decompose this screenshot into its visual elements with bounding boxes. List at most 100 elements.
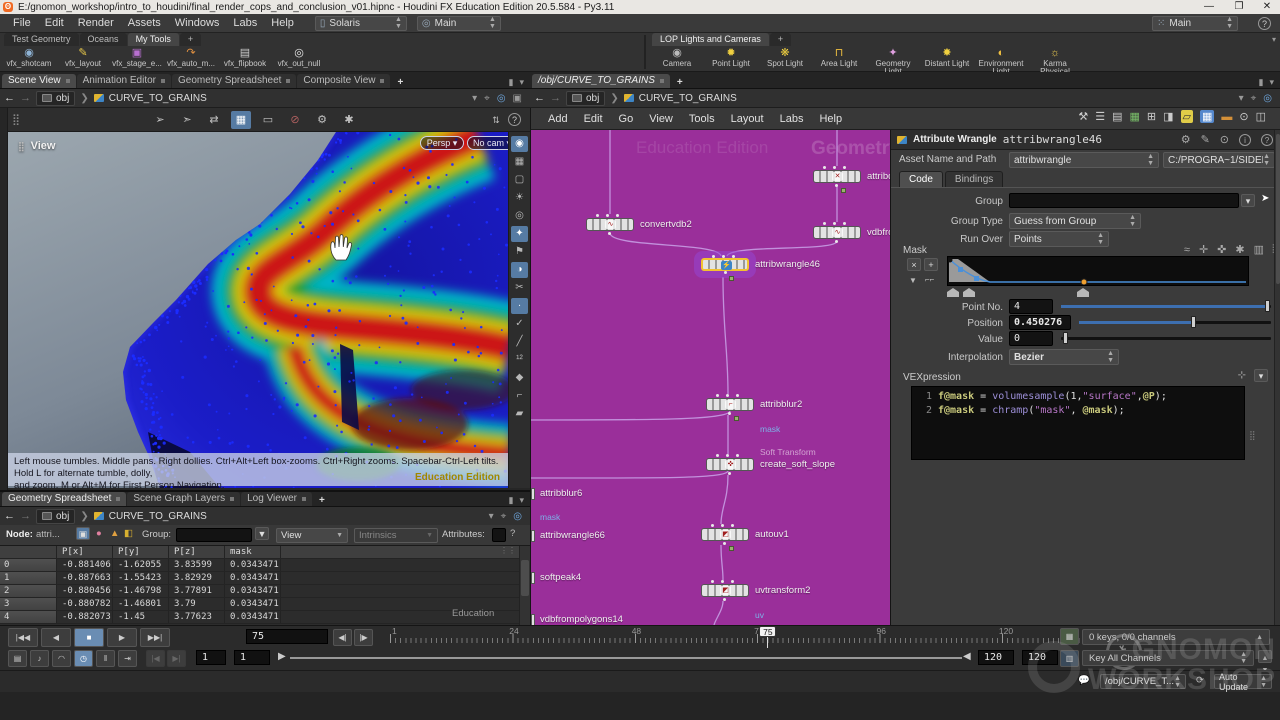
shelf-tab-my-tools[interactable]: My Tools: [128, 33, 179, 46]
forward-icon[interactable]: →: [550, 92, 561, 104]
close-button[interactable]: ✕: [1254, 0, 1280, 14]
vex-grip-icon[interactable]: ⣿: [1249, 430, 1256, 441]
network-menu-labs[interactable]: Labs: [773, 110, 811, 129]
ramp-curve-icon[interactable]: ≈: [1184, 244, 1190, 256]
ramp-remove-point-button[interactable]: ×: [907, 258, 921, 271]
network-tab[interactable]: /obj/CURVE_TO_GRAINS: [532, 74, 670, 88]
marker-icon[interactable]: ◆: [511, 370, 528, 386]
shelf-tool-vfx-flipbook[interactable]: ▤vfx_flipbook: [220, 47, 270, 72]
move-all-icon[interactable]: ✜: [1217, 243, 1226, 256]
shelf-tool-environment-light[interactable]: ◐Environment Light: [976, 47, 1026, 72]
param-tab-bindings[interactable]: Bindings: [945, 171, 1003, 187]
group-funnel-icon[interactable]: ▼: [255, 527, 269, 540]
viewport-grip-icon[interactable]: ⣿: [18, 141, 25, 152]
frame-view-icon[interactable]: ▦: [511, 154, 528, 170]
add-pane-tab-button[interactable]: +: [313, 495, 331, 506]
camera-button[interactable]: No cam ▾: [467, 136, 508, 150]
back-icon[interactable]: ←: [4, 92, 15, 104]
pane-tab-scene-view[interactable]: Scene View: [2, 74, 76, 88]
column-header-mask[interactable]: mask: [226, 546, 281, 558]
range-end-field[interactable]: 120: [978, 650, 1014, 665]
ramp-marker[interactable]: [947, 288, 959, 297]
follow-playbar-icon[interactable]: ▤: [8, 650, 27, 667]
group-pick-arrow-icon[interactable]: ➤: [1261, 193, 1269, 204]
node-value[interactable]: attri...: [36, 529, 60, 540]
shelf-tool-camera[interactable]: ◉Camera: [652, 47, 702, 72]
close-tab-icon[interactable]: [302, 497, 306, 501]
jump-end-button[interactable]: ▶▶|: [140, 628, 170, 647]
network-node-vdbfrompolygons14[interactable]: [531, 614, 535, 625]
point-number-icon[interactable]: ¹²: [511, 352, 528, 368]
vertices-mode-icon[interactable]: ●: [96, 528, 102, 539]
list-icon[interactable]: ▤: [1112, 110, 1122, 123]
attributes-filter-input[interactable]: [492, 528, 506, 542]
pane-tab-log-viewer[interactable]: Log Viewer: [241, 492, 312, 506]
jump-start-button[interactable]: |◀◀: [8, 628, 38, 647]
add-shelf-tab-button[interactable]: +: [770, 33, 791, 46]
close-tab-icon[interactable]: [66, 79, 70, 83]
prims-mode-icon[interactable]: ▲: [110, 528, 119, 539]
pane-menu-icon[interactable]: ▾: [519, 77, 524, 88]
help-icon[interactable]: ?: [1261, 134, 1273, 146]
node-flag-badge[interactable]: [729, 276, 734, 281]
projection-button[interactable]: Persp ▾: [420, 136, 464, 150]
add-pane-tab-button[interactable]: +: [671, 77, 689, 88]
highlight-icon[interactable]: ✦: [511, 226, 528, 242]
breadcrumb-node[interactable]: CURVE_TO_GRAINS: [109, 511, 207, 522]
message-bubble-icon[interactable]: 💬: [1078, 675, 1090, 686]
menu-assets[interactable]: Assets: [121, 14, 168, 33]
display-options-icon[interactable]: ✱: [339, 111, 359, 129]
range-start2-field[interactable]: 1: [234, 650, 270, 665]
column-header-Px[interactable]: P[x]: [58, 546, 113, 558]
palette-icon[interactable]: ▦: [1129, 110, 1139, 123]
breadcrumb-node[interactable]: CURVE_TO_GRAINS: [109, 93, 207, 104]
group-filter-input[interactable]: [176, 528, 252, 542]
ramp-marker[interactable]: [963, 288, 975, 297]
network-node-attribdelete6[interactable]: ✕: [813, 170, 861, 183]
brush-icon[interactable]: ✎: [1201, 133, 1210, 146]
scoped-channels-icon[interactable]: ▥: [1060, 650, 1079, 667]
close-tab-icon[interactable]: [380, 79, 384, 83]
ramp-add-point-button[interactable]: +: [924, 258, 938, 271]
shelf-tab-oceans[interactable]: Oceans: [80, 33, 127, 46]
snapping-disabled-icon[interactable]: ⊘: [285, 111, 305, 129]
table-row[interactable]: 0-0.881406-1.620553.835990.0343471: [0, 559, 530, 572]
current-frame-field[interactable]: 75: [246, 629, 328, 644]
network-menu-go[interactable]: Go: [612, 110, 641, 129]
vex-expand-icon[interactable]: ⊹: [1238, 370, 1246, 381]
toolbar-grip-icon[interactable]: ⣿: [6, 111, 26, 129]
normal-display-icon[interactable]: ✓: [511, 316, 528, 332]
network-menu-view[interactable]: View: [642, 110, 680, 129]
range-slider-left-handle[interactable]: ▶: [278, 651, 286, 662]
column-header-Py[interactable]: P[y]: [114, 546, 169, 558]
node-flag-badge[interactable]: [729, 546, 734, 551]
network-node-softpeak4[interactable]: [531, 572, 535, 584]
timeline-ruler[interactable]: 124487296120 75: [390, 626, 1150, 649]
pane-maximize-icon[interactable]: ▮: [509, 77, 514, 88]
pin-icon[interactable]: ⌖: [1251, 93, 1257, 104]
breadcrumb[interactable]: obj: [36, 91, 75, 106]
sync-icon[interactable]: ◎: [497, 93, 506, 104]
shelf-tab-test-geometry[interactable]: Test Geometry: [4, 33, 79, 46]
dropdown-icon[interactable]: ▾: [472, 93, 477, 104]
position-slider[interactable]: [1079, 315, 1271, 329]
flag-icon[interactable]: ⚑: [511, 244, 528, 260]
column-header-Pz[interactable]: P[z]: [170, 546, 225, 558]
shelf-tool-point-light[interactable]: ✹Point Light: [706, 47, 756, 72]
camera-view-icon[interactable]: ◉: [511, 136, 528, 152]
point-display-icon[interactable]: ∙: [511, 298, 528, 314]
viewport-help-icon[interactable]: ?: [508, 113, 521, 126]
headlight-icon[interactable]: ☀: [511, 190, 528, 206]
inc-frame-button[interactable]: |▶: [354, 629, 373, 646]
sort-icon[interactable]: ⇅: [486, 111, 506, 129]
group-dropdown-icon[interactable]: ▾: [1241, 194, 1255, 207]
close-tab-icon[interactable]: [230, 497, 234, 501]
right-desktop-selector[interactable]: ⁙ Main ▲▼: [1152, 16, 1238, 31]
network-node-create_soft_slope[interactable]: ✜: [706, 458, 754, 471]
breadcrumb[interactable]: obj: [566, 91, 605, 106]
network-node-attribblur6[interactable]: [531, 488, 535, 500]
shelf-tool-vfx-shotcam[interactable]: ◉vfx_shotcam: [4, 47, 54, 72]
playhead-flag[interactable]: 75: [759, 626, 776, 637]
background-image-icon[interactable]: ▦: [1200, 110, 1214, 123]
show-points-icon[interactable]: ▦: [231, 111, 251, 129]
